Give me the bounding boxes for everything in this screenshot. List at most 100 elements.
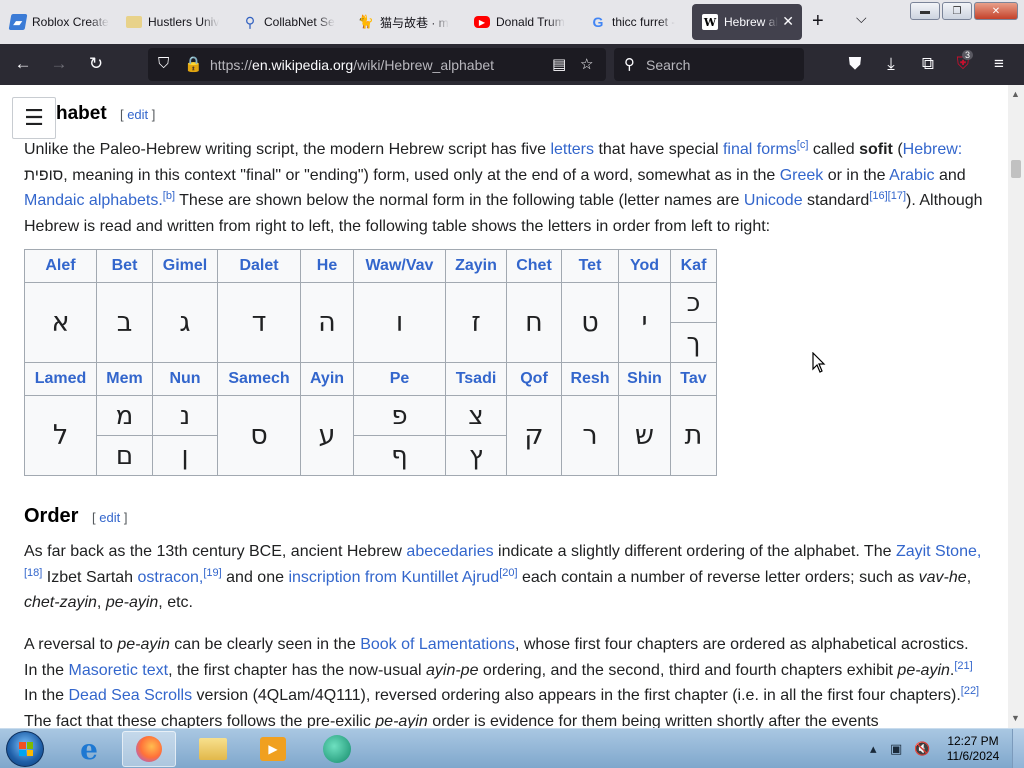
letter-name-nun[interactable]: Nun — [152, 362, 218, 396]
link-abecedaries[interactable]: abecedaries — [406, 543, 493, 560]
letter-name-waw[interactable]: Waw/Vav — [353, 249, 446, 283]
link-lamentations[interactable]: Book of Lamentations — [360, 636, 515, 653]
link-arabic[interactable]: Arabic — [889, 167, 934, 184]
youtube-icon: ▶ — [474, 16, 490, 28]
letter-name-samech[interactable]: Samech — [217, 362, 301, 396]
search-bar[interactable]: ⚲ Search — [614, 48, 804, 81]
taskbar-app[interactable] — [310, 731, 364, 767]
tab-roblox[interactable]: ▰ Roblox Create — [0, 4, 114, 40]
link-kuntillet-ajrud[interactable]: inscription from Kuntillet Ajrud — [288, 569, 499, 586]
letter-name-resh[interactable]: Resh — [561, 362, 619, 396]
pocket-icon[interactable]: ⛊ — [844, 54, 866, 74]
scroll-down-icon[interactable]: ▼ — [1011, 713, 1020, 723]
letter-name-tav[interactable]: Tav — [670, 362, 717, 396]
system-clock[interactable]: 12:27 PM 11/6/2024 — [944, 734, 1002, 764]
letter-tsadi: צ — [445, 395, 507, 436]
ref-18[interactable]: [18] — [24, 567, 42, 579]
forward-icon[interactable]: → — [48, 54, 70, 74]
letter-name-tsadi[interactable]: Tsadi — [445, 362, 507, 396]
tab-google[interactable]: G thicc furret - — [580, 4, 688, 40]
link-final-forms[interactable]: final forms — [723, 141, 797, 158]
note-c[interactable]: [c] — [797, 139, 809, 151]
table-of-contents-button[interactable]: ☰ — [12, 97, 56, 139]
link-unicode[interactable]: Unicode — [744, 192, 803, 209]
link-hebrew[interactable]: Hebrew: — [903, 141, 963, 158]
folder-icon — [199, 738, 227, 760]
tab-youtube[interactable]: ▶ Donald Trum — [464, 4, 578, 40]
menu-icon[interactable]: ≡ — [988, 54, 1010, 74]
link-zayit-stone[interactable]: Zayit Stone, — [896, 543, 981, 560]
tab-collabnet[interactable]: ⚲ CollabNet Se — [232, 4, 346, 40]
taskbar-internet-explorer[interactable]: e — [62, 731, 116, 767]
search-input[interactable]: Search — [646, 57, 690, 73]
order-edit-link[interactable]: edit — [99, 510, 120, 525]
note-b[interactable]: [b] — [163, 190, 175, 202]
tab-hustlers[interactable]: Hustlers Univ — [116, 4, 230, 40]
link-dead-sea-scrolls[interactable]: Dead Sea Scrolls — [68, 687, 192, 704]
start-button[interactable] — [6, 731, 44, 767]
maximize-button[interactable]: ❐ — [942, 2, 972, 20]
letter-name-bet[interactable]: Bet — [96, 249, 153, 283]
close-tab-icon[interactable]: ✕ — [782, 13, 794, 30]
edit-link[interactable]: edit — [127, 107, 148, 122]
letter-resh: ר — [561, 395, 619, 476]
show-hidden-icons-icon[interactable]: ▴ — [870, 741, 877, 757]
downloads-icon[interactable]: ⤓ — [880, 54, 902, 74]
reload-icon[interactable]: ↻ — [85, 54, 107, 74]
link-masoretic-text[interactable]: Masoretic text — [68, 662, 168, 679]
ref-22[interactable]: [22] — [961, 685, 979, 697]
letter-name-alef[interactable]: Alef — [24, 249, 97, 283]
letter-name-pe[interactable]: Pe — [353, 362, 446, 396]
show-desktop-button[interactable] — [1012, 729, 1024, 768]
tab-cat[interactable]: 🐈 猫与故巷 · m — [348, 4, 462, 40]
extensions-icon[interactable]: ⧉ — [917, 54, 939, 74]
letter-pe: פ — [353, 395, 446, 436]
ref-19[interactable]: [19] — [203, 567, 221, 579]
letter-name-gimel[interactable]: Gimel — [152, 249, 218, 283]
minimize-button[interactable]: ▬ — [910, 2, 940, 20]
ref-17[interactable]: [17] — [888, 190, 906, 202]
letter-name-ayin[interactable]: Ayin — [300, 362, 354, 396]
network-icon[interactable]: ▣ — [890, 741, 902, 757]
vertical-scrollbar[interactable]: ▲ ▼ — [1008, 85, 1024, 728]
close-window-button[interactable]: ✕ — [974, 2, 1018, 20]
link-letters[interactable]: letters — [550, 141, 594, 158]
letter-tav: ת — [670, 395, 717, 476]
letter-name-chet[interactable]: Chet — [506, 249, 562, 283]
letter-name-tet[interactable]: Tet — [561, 249, 619, 283]
search-icon: ⚲ — [244, 13, 256, 30]
shield-icon[interactable]: ⛉ — [158, 55, 169, 72]
ref-20[interactable]: [20] — [499, 567, 517, 579]
letter-name-he[interactable]: He — [300, 249, 354, 283]
taskbar-file-explorer[interactable] — [186, 731, 240, 767]
bookmark-star-icon[interactable]: ☆ — [580, 55, 593, 73]
letter-name-dalet[interactable]: Dalet — [217, 249, 301, 283]
letter-name-kaf[interactable]: Kaf — [670, 249, 717, 283]
taskbar-firefox[interactable] — [122, 731, 176, 767]
reader-view-icon[interactable]: ▤ — [552, 55, 566, 73]
lock-icon[interactable]: 🔒 — [184, 55, 203, 73]
volume-muted-icon[interactable]: 🔇 — [914, 741, 930, 757]
window-controls: ▬ ❐ ✕ — [910, 2, 1018, 20]
table-row: א ב ג ד ה ו ז ח ט י כ — [24, 282, 717, 363]
letter-name-mem[interactable]: Mem — [96, 362, 153, 396]
letter-name-yod[interactable]: Yod — [618, 249, 671, 283]
scrollbar-thumb[interactable] — [1011, 160, 1021, 178]
back-icon[interactable]: ← — [12, 54, 34, 74]
ref-21[interactable]: [21] — [954, 660, 972, 672]
scroll-up-icon[interactable]: ▲ — [1011, 89, 1020, 99]
letter-name-qof[interactable]: Qof — [506, 362, 562, 396]
link-mandaic[interactable]: Mandaic alphabets. — [24, 192, 163, 209]
url-text[interactable]: https://en.wikipedia.org/wiki/Hebrew_alp… — [210, 57, 494, 73]
link-greek[interactable]: Greek — [780, 167, 824, 184]
tab-list-button[interactable]: ⌵ — [856, 10, 867, 27]
letter-name-shin[interactable]: Shin — [618, 362, 671, 396]
new-tab-button[interactable]: + — [812, 10, 824, 33]
link-ostracon[interactable]: ostracon, — [138, 569, 204, 586]
taskbar-media-player[interactable]: ▶ — [246, 731, 300, 767]
tab-hebrew-alphabet[interactable]: W Hebrew alp ✕ — [692, 4, 802, 40]
letter-name-zayin[interactable]: Zayin — [445, 249, 507, 283]
ref-16[interactable]: [16] — [869, 190, 887, 202]
letter-name-lamed[interactable]: Lamed — [24, 362, 97, 396]
address-bar[interactable]: ⛉ 🔒 https://en.wikipedia.org/wiki/Hebrew… — [148, 48, 606, 81]
